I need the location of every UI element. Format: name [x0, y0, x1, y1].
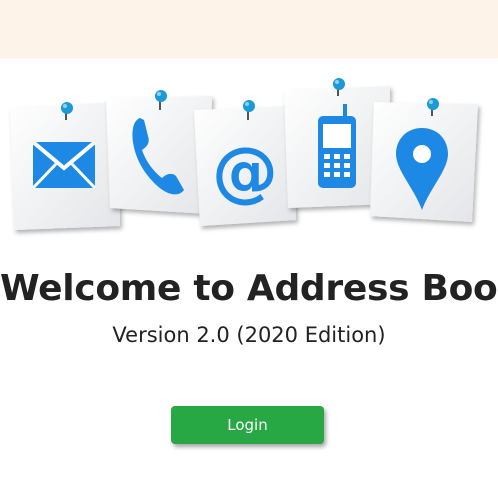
mobile-phone-icon [318, 104, 356, 188]
svg-text:@: @ [212, 133, 278, 210]
envelope-icon [31, 140, 97, 190]
page-title: Welcome to Address Book [0, 268, 498, 309]
login-button[interactable]: Login [171, 406, 324, 444]
at-sign-note: @ [194, 100, 296, 226]
hero-image: @ [0, 58, 498, 258]
phone-note [106, 90, 212, 214]
at-sign-icon: @ [212, 133, 278, 210]
top-banner [0, 0, 498, 58]
location-note [370, 98, 478, 222]
version-subtitle: Version 2.0 (2020 Edition) [112, 323, 386, 347]
envelope-note [10, 102, 120, 230]
